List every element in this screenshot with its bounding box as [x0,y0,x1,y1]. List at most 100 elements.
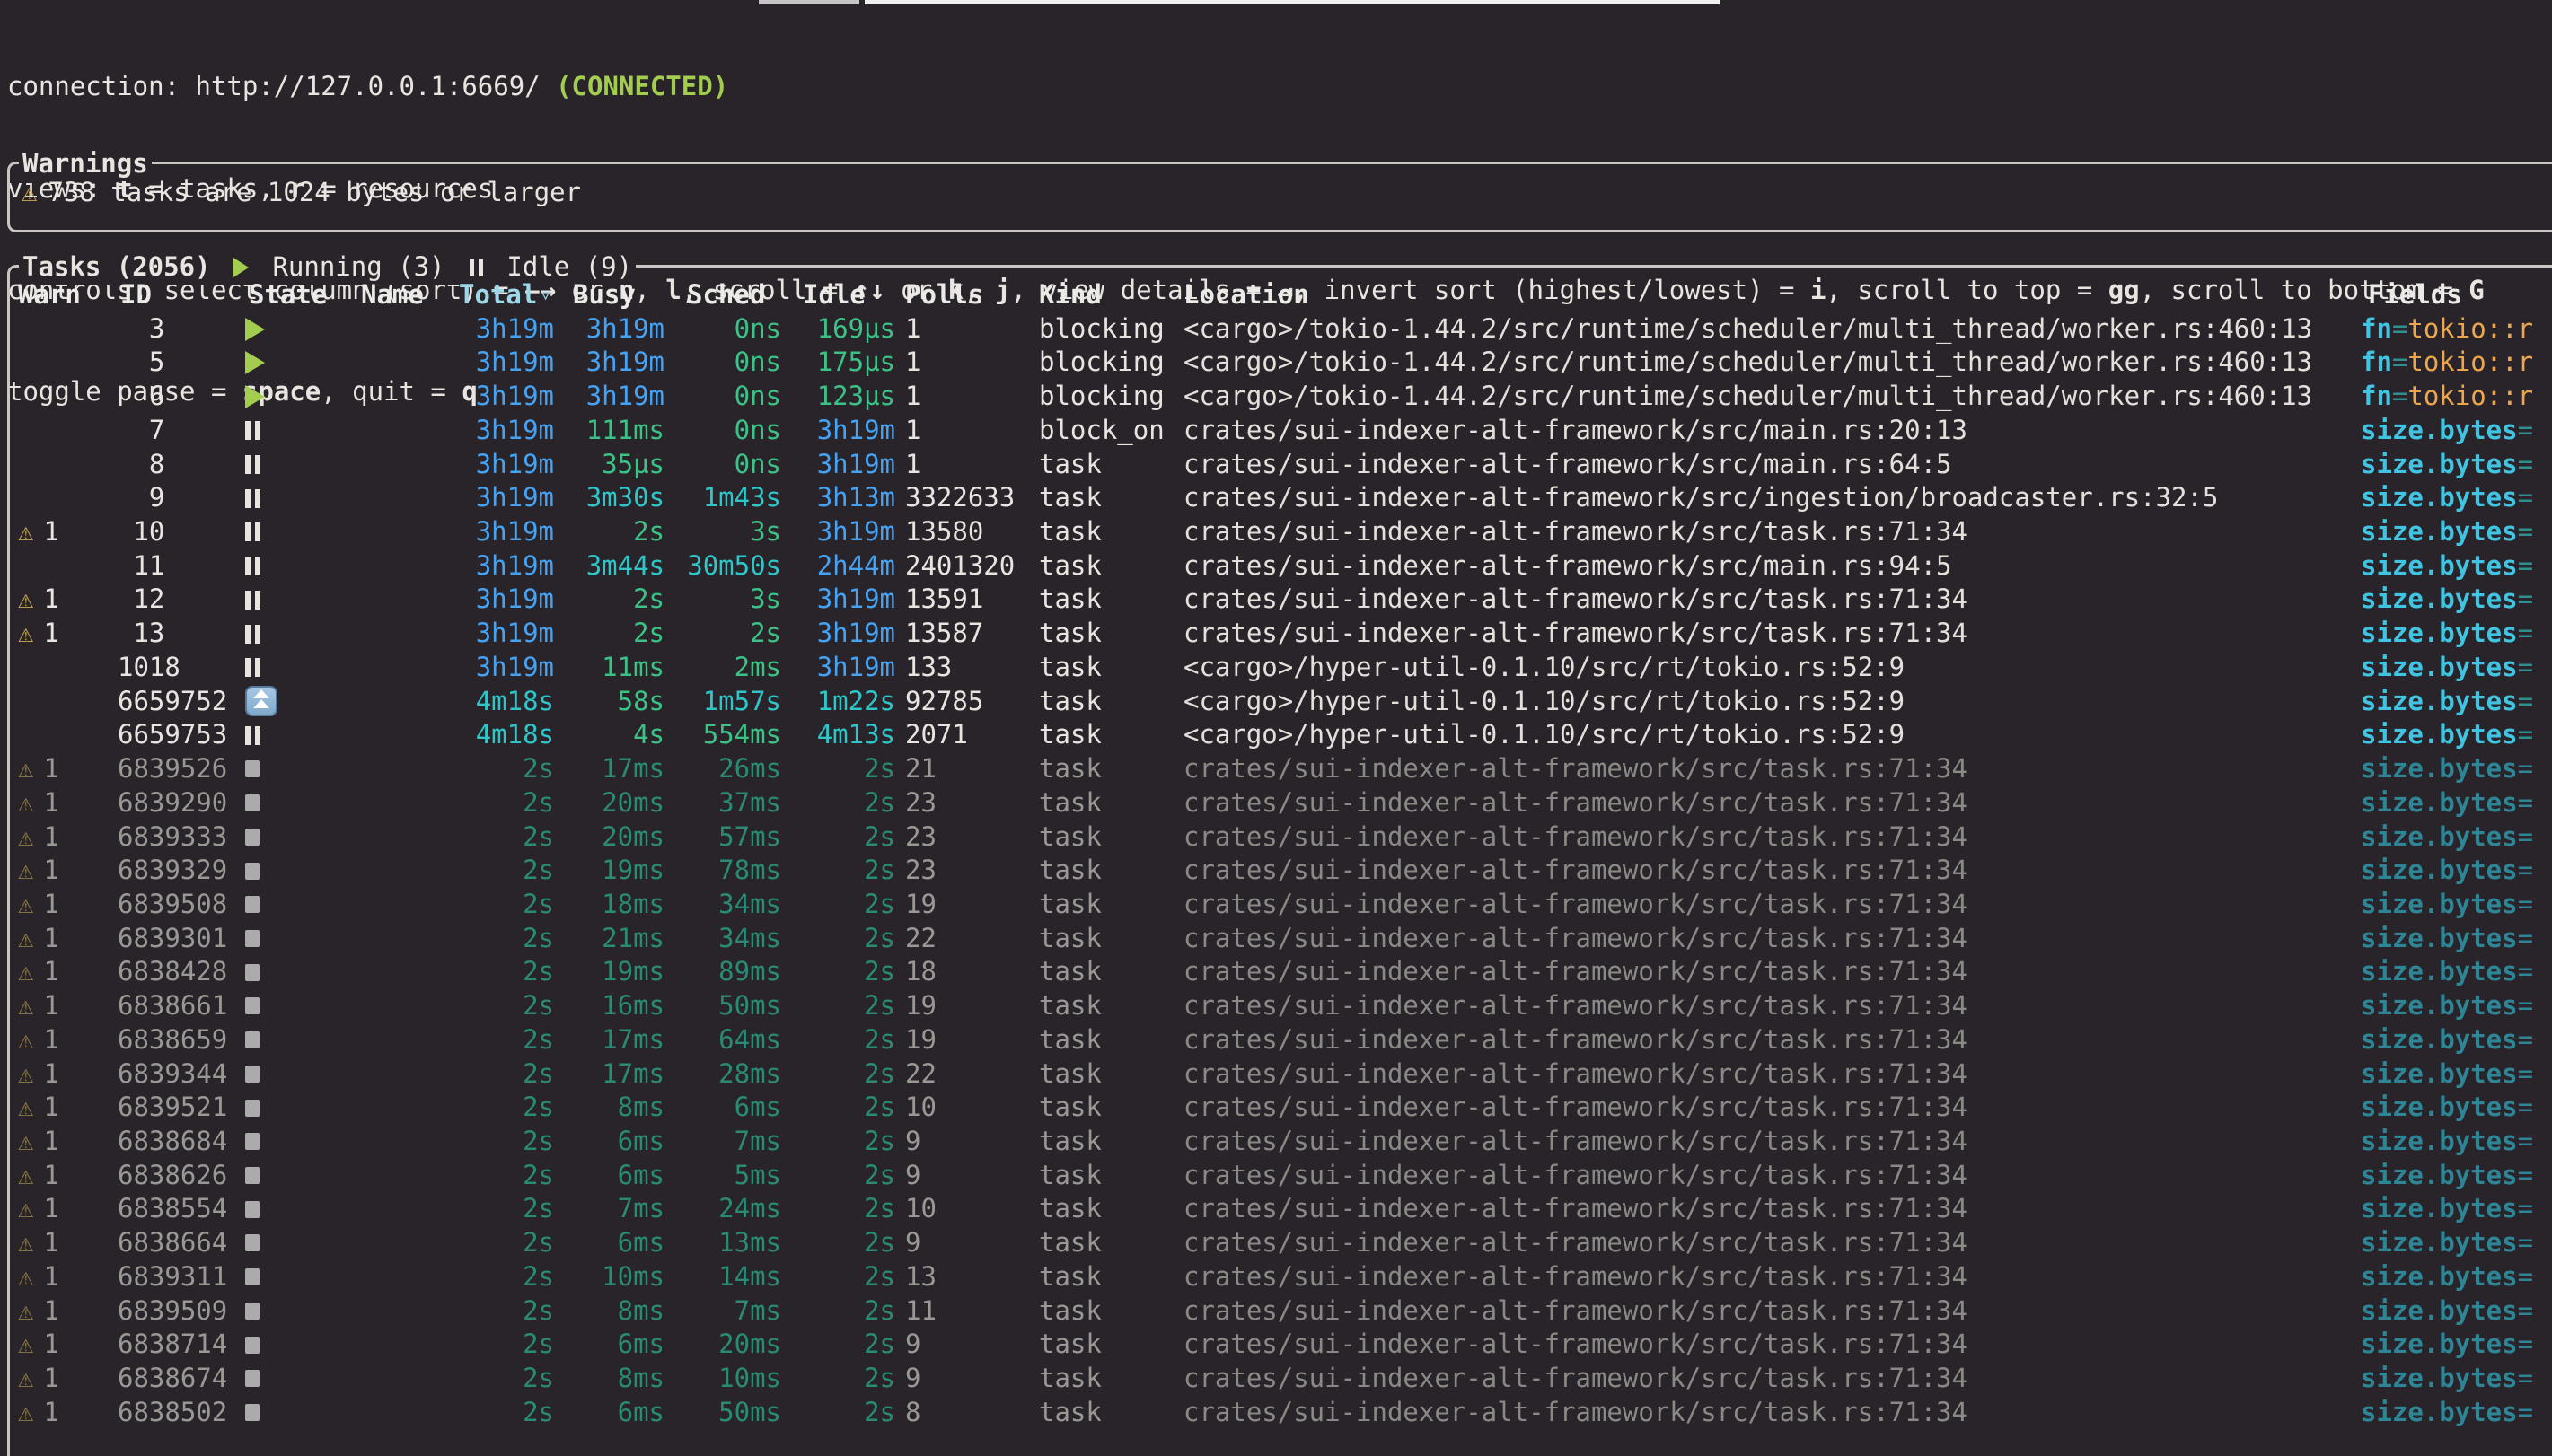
task-id-cell: 6839509 [118,1294,227,1329]
field-equals: = [2518,752,2533,786]
busy-duration: 7ms [618,1192,664,1226]
state-cell [245,1023,260,1057]
task-row[interactable]: ⚠168392902s20ms37ms2s23taskcrates/sui-in… [0,786,2552,820]
task-row[interactable]: ⚠168395092s8ms7ms2s11taskcrates/sui-inde… [0,1294,2552,1329]
fields-cell: size.bytes= [2361,1023,2533,1057]
warn-cell: ⚠1 [18,820,59,855]
task-row[interactable]: 113h19m3m44s30m50s2h44m2401320taskcrates… [0,549,2552,583]
task-row[interactable]: ⚠168393112s10ms14ms2s13taskcrates/sui-in… [0,1260,2552,1294]
column-header-name[interactable]: Name [361,278,424,312]
warn-cell: ⚠1 [18,1396,59,1430]
column-header-total[interactable]: Total▿ [459,278,552,312]
task-row[interactable]: 66597534m18s4s554ms4m13s2071task<cargo>/… [0,718,2552,752]
task-row[interactable]: ⚠1 103h19m2s3s3h19m13580taskcrates/sui-i… [0,515,2552,549]
warning-item: ⚠ 738 tasks are 1024 bytes or larger [22,176,581,210]
task-row[interactable]: ⚠168386592s17ms64ms2s19taskcrates/sui-in… [0,1023,2552,1057]
task-row[interactable]: ⚠168384282s19ms89ms2s18taskcrates/sui-in… [0,955,2552,989]
sched-duration: 57ms [718,820,781,855]
task-row[interactable]: ⚠168385022s6ms50ms2s8taskcrates/sui-inde… [0,1396,2552,1430]
task-row[interactable]: ⚠168387142s6ms20ms2s9taskcrates/sui-inde… [0,1328,2552,1362]
task-row[interactable]: ⚠168386742s8ms10ms2s9taskcrates/sui-inde… [0,1362,2552,1396]
column-header-idle[interactable]: Idle [803,278,866,312]
task-id-cell: 6838428 [118,955,227,989]
task-row[interactable]: ⚠168386842s6ms7ms2s9taskcrates/sui-index… [0,1125,2552,1159]
field-equals: = [2518,1159,2533,1193]
state-completed-icon [245,1167,260,1184]
task-row[interactable]: 63h19m3h19m0ns123µs1blocking<cargo>/toki… [0,380,2552,414]
task-row[interactable]: ⚠1 133h19m2s2s3h19m13587taskcrates/sui-i… [0,617,2552,651]
task-row[interactable]: ⚠168386612s16ms50ms2s19taskcrates/sui-in… [0,989,2552,1023]
total-cell: 2s [361,1396,554,1430]
column-header-polls[interactable]: Polls [905,278,983,312]
task-row[interactable]: 33h19m3h19m0ns169µs1blocking<cargo>/toki… [0,312,2552,346]
task-id-cell: 11 [118,549,164,583]
field-equals: = [2392,380,2407,414]
total-duration: 2s [523,1396,554,1430]
polls-cell: 13591 [905,583,983,617]
sched-cell: 0ns [672,414,781,448]
state-running-icon [245,318,265,341]
field-equals: = [2518,888,2533,922]
task-row[interactable]: ⚠168386262s6ms5ms2s9taskcrates/sui-index… [0,1159,2552,1193]
column-header-id[interactable]: ID [120,278,152,312]
busy-duration: 3h19m [586,312,664,346]
kind-cell: task [1039,1159,1102,1193]
column-header-state[interactable]: State [249,278,327,312]
sched-cell: 26ms [672,752,781,786]
task-row[interactable]: ⚠168395262s17ms26ms2s21taskcrates/sui-in… [0,752,2552,786]
column-header-sched[interactable]: Sched [687,278,765,312]
task-id-cell: 6838661 [118,989,227,1023]
task-row[interactable]: ⚠168393332s20ms57ms2s23taskcrates/sui-in… [0,820,2552,855]
state-cell [245,549,260,583]
busy-cell: 10ms [561,1260,664,1294]
state-cell [245,414,260,448]
warning-triangle-icon: ⚠ [18,1159,33,1193]
task-row[interactable]: ⚠1 123h19m2s3s3h19m13591taskcrates/sui-i… [0,583,2552,617]
task-row[interactable]: ⚠168395082s18ms34ms2s19taskcrates/sui-in… [0,888,2552,922]
busy-cell: 2s [561,617,664,651]
busy-duration: 8ms [618,1091,664,1125]
task-row[interactable]: ⚠168395212s8ms6ms2s10taskcrates/sui-inde… [0,1091,2552,1125]
column-header-fields[interactable]: Fields [2368,278,2462,312]
task-row[interactable]: 53h19m3h19m0ns175µs1blocking<cargo>/toki… [0,346,2552,380]
total-duration: 2s [523,989,554,1023]
task-row[interactable]: ⚠168393442s17ms28ms2s22taskcrates/sui-in… [0,1057,2552,1092]
field-key: size.bytes [2361,651,2518,685]
task-row[interactable]: ⚠168386642s6ms13ms2s9taskcrates/sui-inde… [0,1226,2552,1260]
column-header-kind[interactable]: Kind [1039,278,1102,312]
warn-count: 1 [43,854,58,888]
field-equals: = [2518,617,2533,651]
column-header-warn[interactable]: Warn [18,278,81,312]
field-equals: = [2518,1125,2533,1159]
task-row[interactable]: ⚠168385542s7ms24ms2s10taskcrates/sui-ind… [0,1192,2552,1226]
idle-cell: 2s [788,955,895,989]
location-cell: crates/sui-indexer-alt-framework/src/tas… [1184,1057,1967,1092]
field-key: size.bytes [2361,481,2518,515]
task-row[interactable]: 73h19m111ms0ns3h19m1block_oncrates/sui-i… [0,414,2552,448]
task-row[interactable]: 93h19m3m30s1m43s3h13m3322633taskcrates/s… [0,481,2552,515]
column-header-busy[interactable]: Busy [573,278,636,312]
busy-cell: 3h19m [561,312,664,346]
sched-duration: 6ms [735,1091,781,1125]
busy-duration: 19ms [602,854,664,888]
column-header-location[interactable]: Location [1184,278,1309,312]
task-row[interactable]: 66597524m18s58s1m57s1m22s92785task<cargo… [0,685,2552,719]
task-row[interactable]: ⚠168393012s21ms34ms2s22taskcrates/sui-in… [0,922,2552,956]
total-cell: 2s [361,1328,554,1362]
task-id-cell: 5 [118,346,164,380]
state-cell [245,888,260,922]
busy-duration: 111ms [586,414,664,448]
state-completed-icon [245,1031,260,1048]
sched-cell: 2ms [672,651,781,685]
sched-duration: 13ms [718,1226,781,1260]
task-row[interactable]: ⚠168393292s19ms78ms2s23taskcrates/sui-in… [0,854,2552,888]
state-cell [245,1226,260,1260]
idle-cell: 2s [788,1226,895,1260]
idle-cell: 3h19m [788,583,895,617]
polls-cell: 9 [905,1328,920,1362]
busy-duration: 3h19m [586,346,664,380]
task-row[interactable]: 83h19m35µs0ns3h19m1taskcrates/sui-indexe… [0,448,2552,482]
location-cell: crates/sui-indexer-alt-framework/src/tas… [1184,955,1967,989]
task-row[interactable]: 10183h19m11ms2ms3h19m133task<cargo>/hype… [0,651,2552,685]
location-cell: crates/sui-indexer-alt-framework/src/mai… [1184,414,1967,448]
